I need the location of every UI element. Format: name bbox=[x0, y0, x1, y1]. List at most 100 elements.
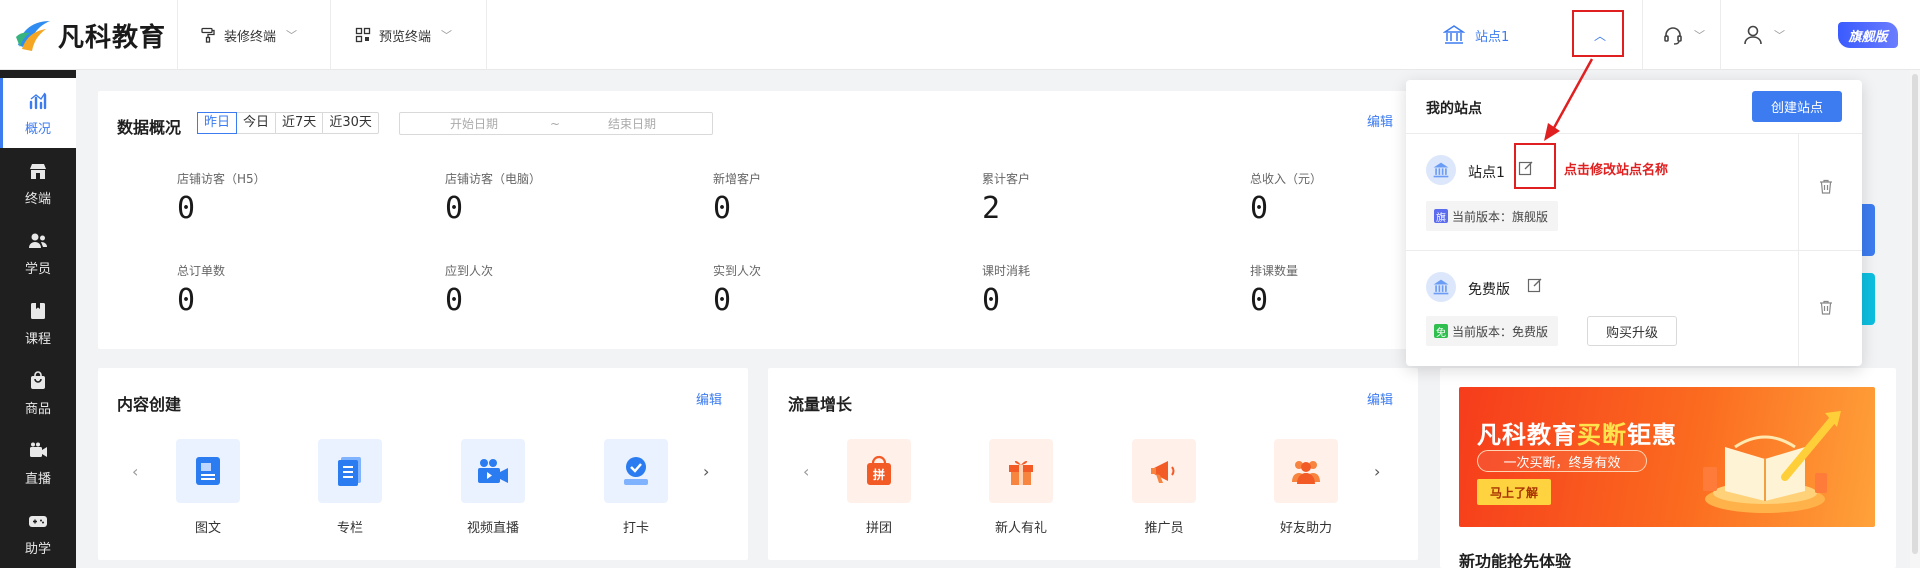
stat-value: 0 bbox=[177, 283, 196, 318]
buy-upgrade-button[interactable]: 购买升级 bbox=[1587, 316, 1677, 346]
banner-pill: 一次买断，终身有效 bbox=[1477, 450, 1647, 472]
users-icon bbox=[27, 230, 49, 252]
tile-newcomer-gift[interactable]: 新人有礼 bbox=[971, 439, 1071, 536]
tile-column[interactable]: 专栏 bbox=[300, 439, 400, 536]
edit-site-name-icon[interactable] bbox=[1527, 277, 1543, 297]
tile-article[interactable]: 图文 bbox=[158, 439, 258, 536]
traffic-edit-link[interactable]: 编辑 bbox=[1367, 389, 1393, 408]
divider bbox=[330, 0, 331, 70]
date-range-tabs: 昨日 今日 近7天 近30天 bbox=[197, 112, 379, 134]
site-dropdown: 我的站点 创建站点 站点1 旗 当前版本：旗舰版 免费版 免 当前版本：免费版 … bbox=[1406, 80, 1862, 366]
sidebar-item-students[interactable]: 学员 bbox=[0, 218, 76, 288]
delete-site-icon[interactable] bbox=[1819, 179, 1833, 198]
account-button[interactable]: ﹀ bbox=[1742, 0, 1785, 70]
carousel-next-icon[interactable]: › bbox=[1374, 462, 1380, 481]
end-date-input[interactable]: 结束日期 bbox=[608, 115, 656, 132]
divider bbox=[1642, 0, 1643, 70]
chart-icon bbox=[27, 90, 49, 112]
sidebar-item-label: 课程 bbox=[24, 331, 51, 347]
site-row[interactable]: 免费版 免 当前版本：免费版 购买升级 bbox=[1406, 250, 1862, 366]
divider bbox=[1798, 133, 1799, 366]
new-features-title: 新功能抢先体验 bbox=[1459, 552, 1572, 568]
carousel-next-icon[interactable]: › bbox=[703, 462, 709, 481]
content-edit-link[interactable]: 编辑 bbox=[696, 389, 722, 408]
vip-label: 旗舰版 bbox=[1848, 29, 1888, 45]
stat-label: 新增客户 bbox=[713, 172, 762, 186]
start-date-input[interactable]: 开始日期 bbox=[450, 115, 498, 132]
top-bar: 凡科教育 装修终端 ﹀ 预览终端 ﹀ 站点1 ︿ ﹀ ﹀ 旗舰版 bbox=[0, 0, 1920, 70]
dropdown-title: 我的站点 bbox=[1426, 101, 1482, 117]
banner-cta-button[interactable]: 马上了解 bbox=[1477, 479, 1551, 505]
scrollbar-thumb[interactable] bbox=[1912, 74, 1918, 554]
tile-label: 推广员 bbox=[1144, 521, 1184, 536]
support-button[interactable]: ﹀ bbox=[1662, 0, 1705, 70]
sidebar-item-overview[interactable]: 概况 bbox=[0, 78, 76, 148]
book-icon bbox=[27, 300, 49, 322]
banner-headline-highlight: 买断 bbox=[1577, 421, 1627, 449]
page-scrollbar[interactable] bbox=[1910, 70, 1920, 568]
stat-total-orders: 总订单数 0 bbox=[177, 262, 397, 318]
stat-value: 0 bbox=[177, 191, 196, 226]
logo-mark-icon bbox=[16, 21, 50, 51]
annotation-highlight-toggle bbox=[1572, 10, 1624, 57]
vip-badge[interactable]: 旗舰版 bbox=[1838, 22, 1898, 48]
nav-preview-terminal[interactable]: 预览终端 ﹀ bbox=[355, 0, 452, 70]
bag-icon bbox=[27, 370, 49, 392]
date-range-picker[interactable]: 开始日期 ~ 结束日期 bbox=[399, 112, 713, 135]
delete-site-icon[interactable] bbox=[1819, 300, 1833, 319]
overview-edit-link[interactable]: 编辑 bbox=[1367, 111, 1393, 130]
promo-banner[interactable]: 凡科教育买断钜惠 一次买断，终身有效 马上了解 bbox=[1459, 387, 1875, 527]
logo[interactable]: 凡科教育 bbox=[14, 14, 166, 56]
tile-label: 视频直播 bbox=[466, 521, 519, 536]
site-version-tag: 旗 当前版本：旗舰版 bbox=[1426, 201, 1559, 231]
camera-icon bbox=[461, 439, 525, 503]
chevron-down-icon: ﹀ bbox=[441, 29, 453, 42]
nav-decorate-terminal[interactable]: 装修终端 ﹀ bbox=[200, 0, 297, 70]
create-site-button[interactable]: 创建站点 bbox=[1752, 91, 1842, 122]
carousel-prev-icon[interactable]: ‹ bbox=[803, 462, 809, 481]
sidebar-item-terminal[interactable]: 终端 bbox=[0, 148, 76, 218]
range-7days[interactable]: 近7天 bbox=[276, 113, 324, 133]
sidebar-item-courses[interactable]: 课程 bbox=[0, 288, 76, 358]
tile-video-live[interactable]: 视频直播 bbox=[443, 439, 543, 536]
qr-grid-icon bbox=[355, 27, 371, 43]
tile-group-buy[interactable]: 拼 拼团 bbox=[829, 439, 929, 536]
sidebar-item-label: 终端 bbox=[24, 191, 51, 207]
divider bbox=[177, 0, 178, 70]
annotation-arrow-icon bbox=[1544, 58, 1594, 141]
version-badge: 免 bbox=[1434, 324, 1448, 339]
tile-label: 新人有礼 bbox=[994, 521, 1047, 536]
site-avatar-icon bbox=[1426, 272, 1456, 302]
content-title: 内容创建 bbox=[117, 395, 182, 414]
sidebar-item-label: 直播 bbox=[24, 471, 51, 487]
chevron-down-icon: ﹀ bbox=[1774, 29, 1785, 42]
sidebar-item-goods[interactable]: 商品 bbox=[0, 358, 76, 428]
stat-label: 应到人次 bbox=[445, 264, 494, 278]
tile-promoter[interactable]: 推广员 bbox=[1114, 439, 1214, 536]
range-30days[interactable]: 近30天 bbox=[323, 113, 378, 133]
stat-value: 0 bbox=[982, 283, 1001, 318]
site-selector[interactable]: 站点1 bbox=[1443, 0, 1509, 70]
tile-friend-boost[interactable]: 好友助力 bbox=[1256, 439, 1356, 536]
sidebar-item-live[interactable]: 直播 bbox=[0, 428, 76, 498]
overview-title: 数据概况 bbox=[117, 118, 182, 137]
range-today[interactable]: 今日 bbox=[237, 113, 277, 133]
nav-label: 装修终端 bbox=[224, 29, 277, 45]
tile-label: 拼团 bbox=[865, 521, 892, 536]
right-panel-peek-cyan bbox=[1862, 273, 1875, 325]
version-badge: 旗 bbox=[1434, 209, 1448, 224]
range-yesterday[interactable]: 昨日 bbox=[197, 112, 238, 134]
megaphone-icon bbox=[1132, 439, 1196, 503]
tile-label: 好友助力 bbox=[1279, 521, 1332, 536]
sidebar-item-study-aid[interactable]: 助学 bbox=[0, 498, 76, 568]
version-text: 当前版本：旗舰版 bbox=[1452, 209, 1549, 224]
checkin-icon bbox=[604, 439, 668, 503]
date-separator: ~ bbox=[550, 116, 561, 131]
site-row[interactable]: 站点1 旗 当前版本：旗舰版 bbox=[1406, 133, 1862, 250]
tile-checkin[interactable]: 打卡 bbox=[586, 439, 686, 536]
stat-value: 0 bbox=[713, 191, 732, 226]
column-icon bbox=[318, 439, 382, 503]
sidebar: 概况 终端 学员 课程 商品 直播 助学 bbox=[0, 70, 76, 568]
carousel-prev-icon[interactable]: ‹ bbox=[132, 462, 138, 481]
stat-lesson-consumption: 课时消耗 0 bbox=[982, 262, 1202, 318]
